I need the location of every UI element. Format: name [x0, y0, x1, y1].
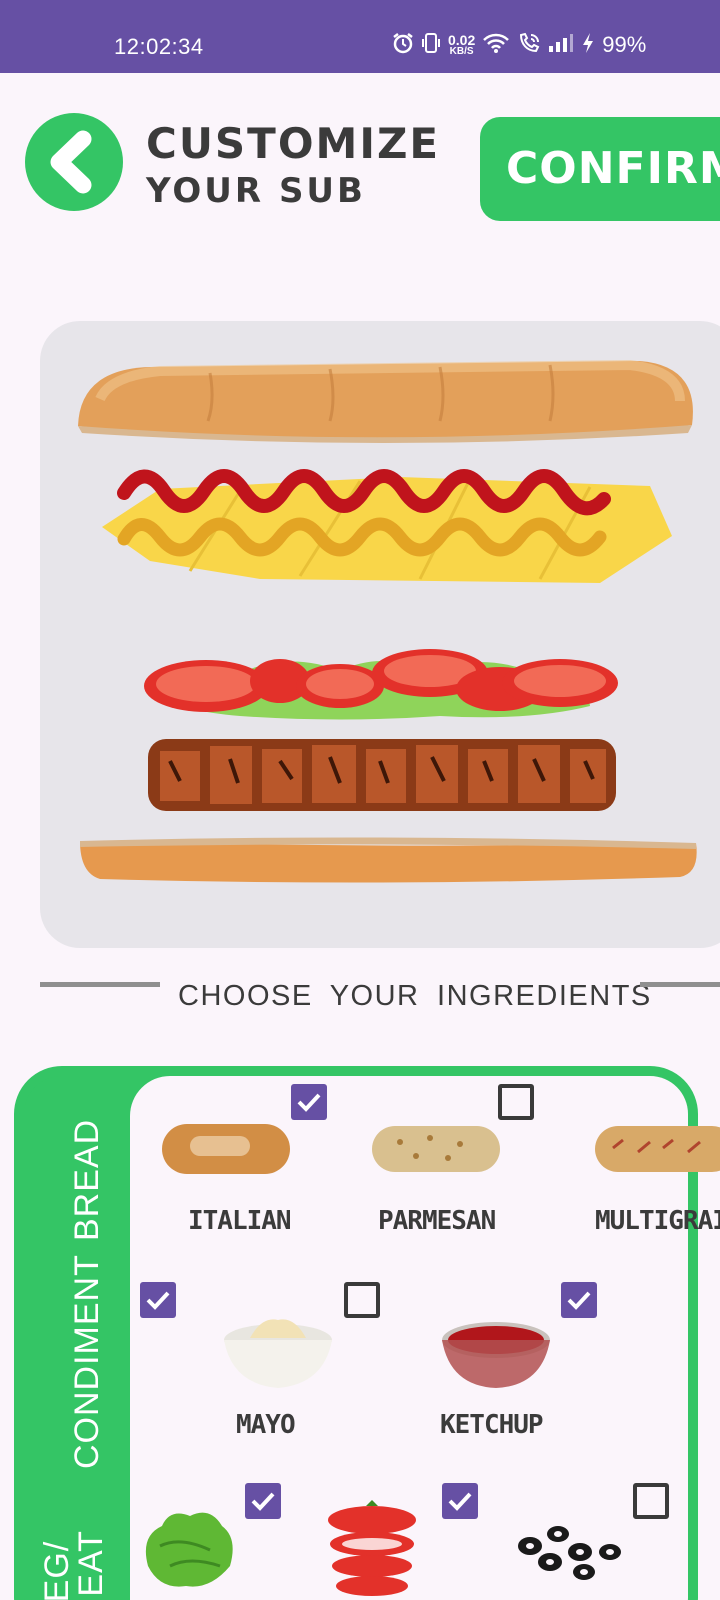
- vibrate-icon: [421, 32, 441, 58]
- lettuce-image: [145, 1512, 233, 1587]
- top-bread: [78, 359, 693, 443]
- checkbox-olives[interactable]: [633, 1483, 669, 1519]
- status-icons: 0.02 KB/S 99%: [392, 32, 646, 58]
- page-title: CUSTOMIZE YOUR SUB: [146, 122, 440, 216]
- chevron-left-icon: [50, 130, 92, 194]
- category-bread-label: BREAD: [68, 1118, 106, 1241]
- check-icon: [146, 1291, 170, 1310]
- mayo-image: [224, 1319, 332, 1388]
- veg-item-olives[interactable]: [512, 1520, 624, 1600]
- condiment-item-mayo[interactable]: MAYO: [222, 1312, 342, 1442]
- veg-item-tomato[interactable]: [326, 1500, 422, 1600]
- status-bar: 12:02:34 0.02 KB/S 99%: [0, 0, 720, 73]
- veg-item-lettuce[interactable]: [140, 1506, 240, 1600]
- check-icon: [297, 1093, 321, 1112]
- sandwich-preview: [40, 321, 720, 948]
- signal-icon: [548, 32, 574, 58]
- tomato-image: [328, 1500, 416, 1596]
- olives-image: [518, 1526, 621, 1580]
- wifi-call-icon: [517, 32, 541, 58]
- check-icon: [448, 1492, 472, 1511]
- checkbox-parmesan[interactable]: [498, 1084, 534, 1120]
- alarm-icon: [392, 32, 414, 58]
- grilled-meat: [148, 739, 616, 811]
- bread-label-multigrain: MULTIGRAIN: [595, 1206, 720, 1236]
- battery-percent: 99%: [602, 32, 647, 57]
- checkbox-ketchup[interactable]: [561, 1282, 597, 1318]
- net-speed-unit: KB/S: [449, 45, 474, 57]
- condiment-label-mayo: MAYO: [236, 1410, 296, 1440]
- net-speed: 0.02 KB/S: [448, 31, 476, 57]
- bread-label-italian: ITALIAN: [188, 1206, 292, 1236]
- bread-label-parmesan: PARMESAN: [378, 1206, 496, 1236]
- condiment-label-ketchup: KETCHUP: [440, 1410, 544, 1440]
- charging-icon: [581, 32, 595, 58]
- ingredients-heading: CHOOSE YOUR INGREDIENTS: [178, 980, 652, 1012]
- sandwich-illustration: [78, 359, 697, 883]
- ketchup-image: [442, 1322, 550, 1388]
- check-icon: [251, 1492, 275, 1511]
- bread-item-parmesan[interactable]: PARMESAN: [370, 1118, 520, 1238]
- back-button[interactable]: [25, 113, 123, 211]
- checkbox-mayo[interactable]: [344, 1282, 380, 1318]
- multigrain-bread-image: [595, 1126, 720, 1172]
- confirm-button[interactable]: CONFIRM: [480, 117, 720, 221]
- bread-item-multigrain[interactable]: MULTIGRAIN: [593, 1118, 720, 1238]
- status-time: 12:02:34: [114, 34, 204, 59]
- parmesan-bread-image: [372, 1126, 500, 1172]
- divider-left: [40, 982, 160, 987]
- checkbox-tomato[interactable]: [442, 1483, 478, 1519]
- wifi-icon: [482, 32, 510, 58]
- bread-item-italian[interactable]: ITALIAN: [160, 1118, 300, 1238]
- checkbox-lettuce[interactable]: [245, 1483, 281, 1519]
- net-speed-value: 0.02: [448, 31, 476, 48]
- title-line-1: CUSTOMIZE: [146, 119, 441, 168]
- bottom-bread: [80, 837, 697, 883]
- checkbox-italian[interactable]: [291, 1084, 327, 1120]
- category-condiment-label: CONDIMENT: [68, 1254, 106, 1469]
- title-line-2: YOUR SUB: [146, 171, 366, 211]
- italian-bread-image: [162, 1124, 290, 1174]
- checkbox-condiment-first[interactable]: [140, 1282, 176, 1318]
- check-icon: [567, 1291, 591, 1310]
- category-vegmeat-label-line2: MEAT: [72, 1530, 110, 1600]
- divider-right: [640, 982, 720, 987]
- condiment-item-ketchup[interactable]: KETCHUP: [440, 1318, 570, 1442]
